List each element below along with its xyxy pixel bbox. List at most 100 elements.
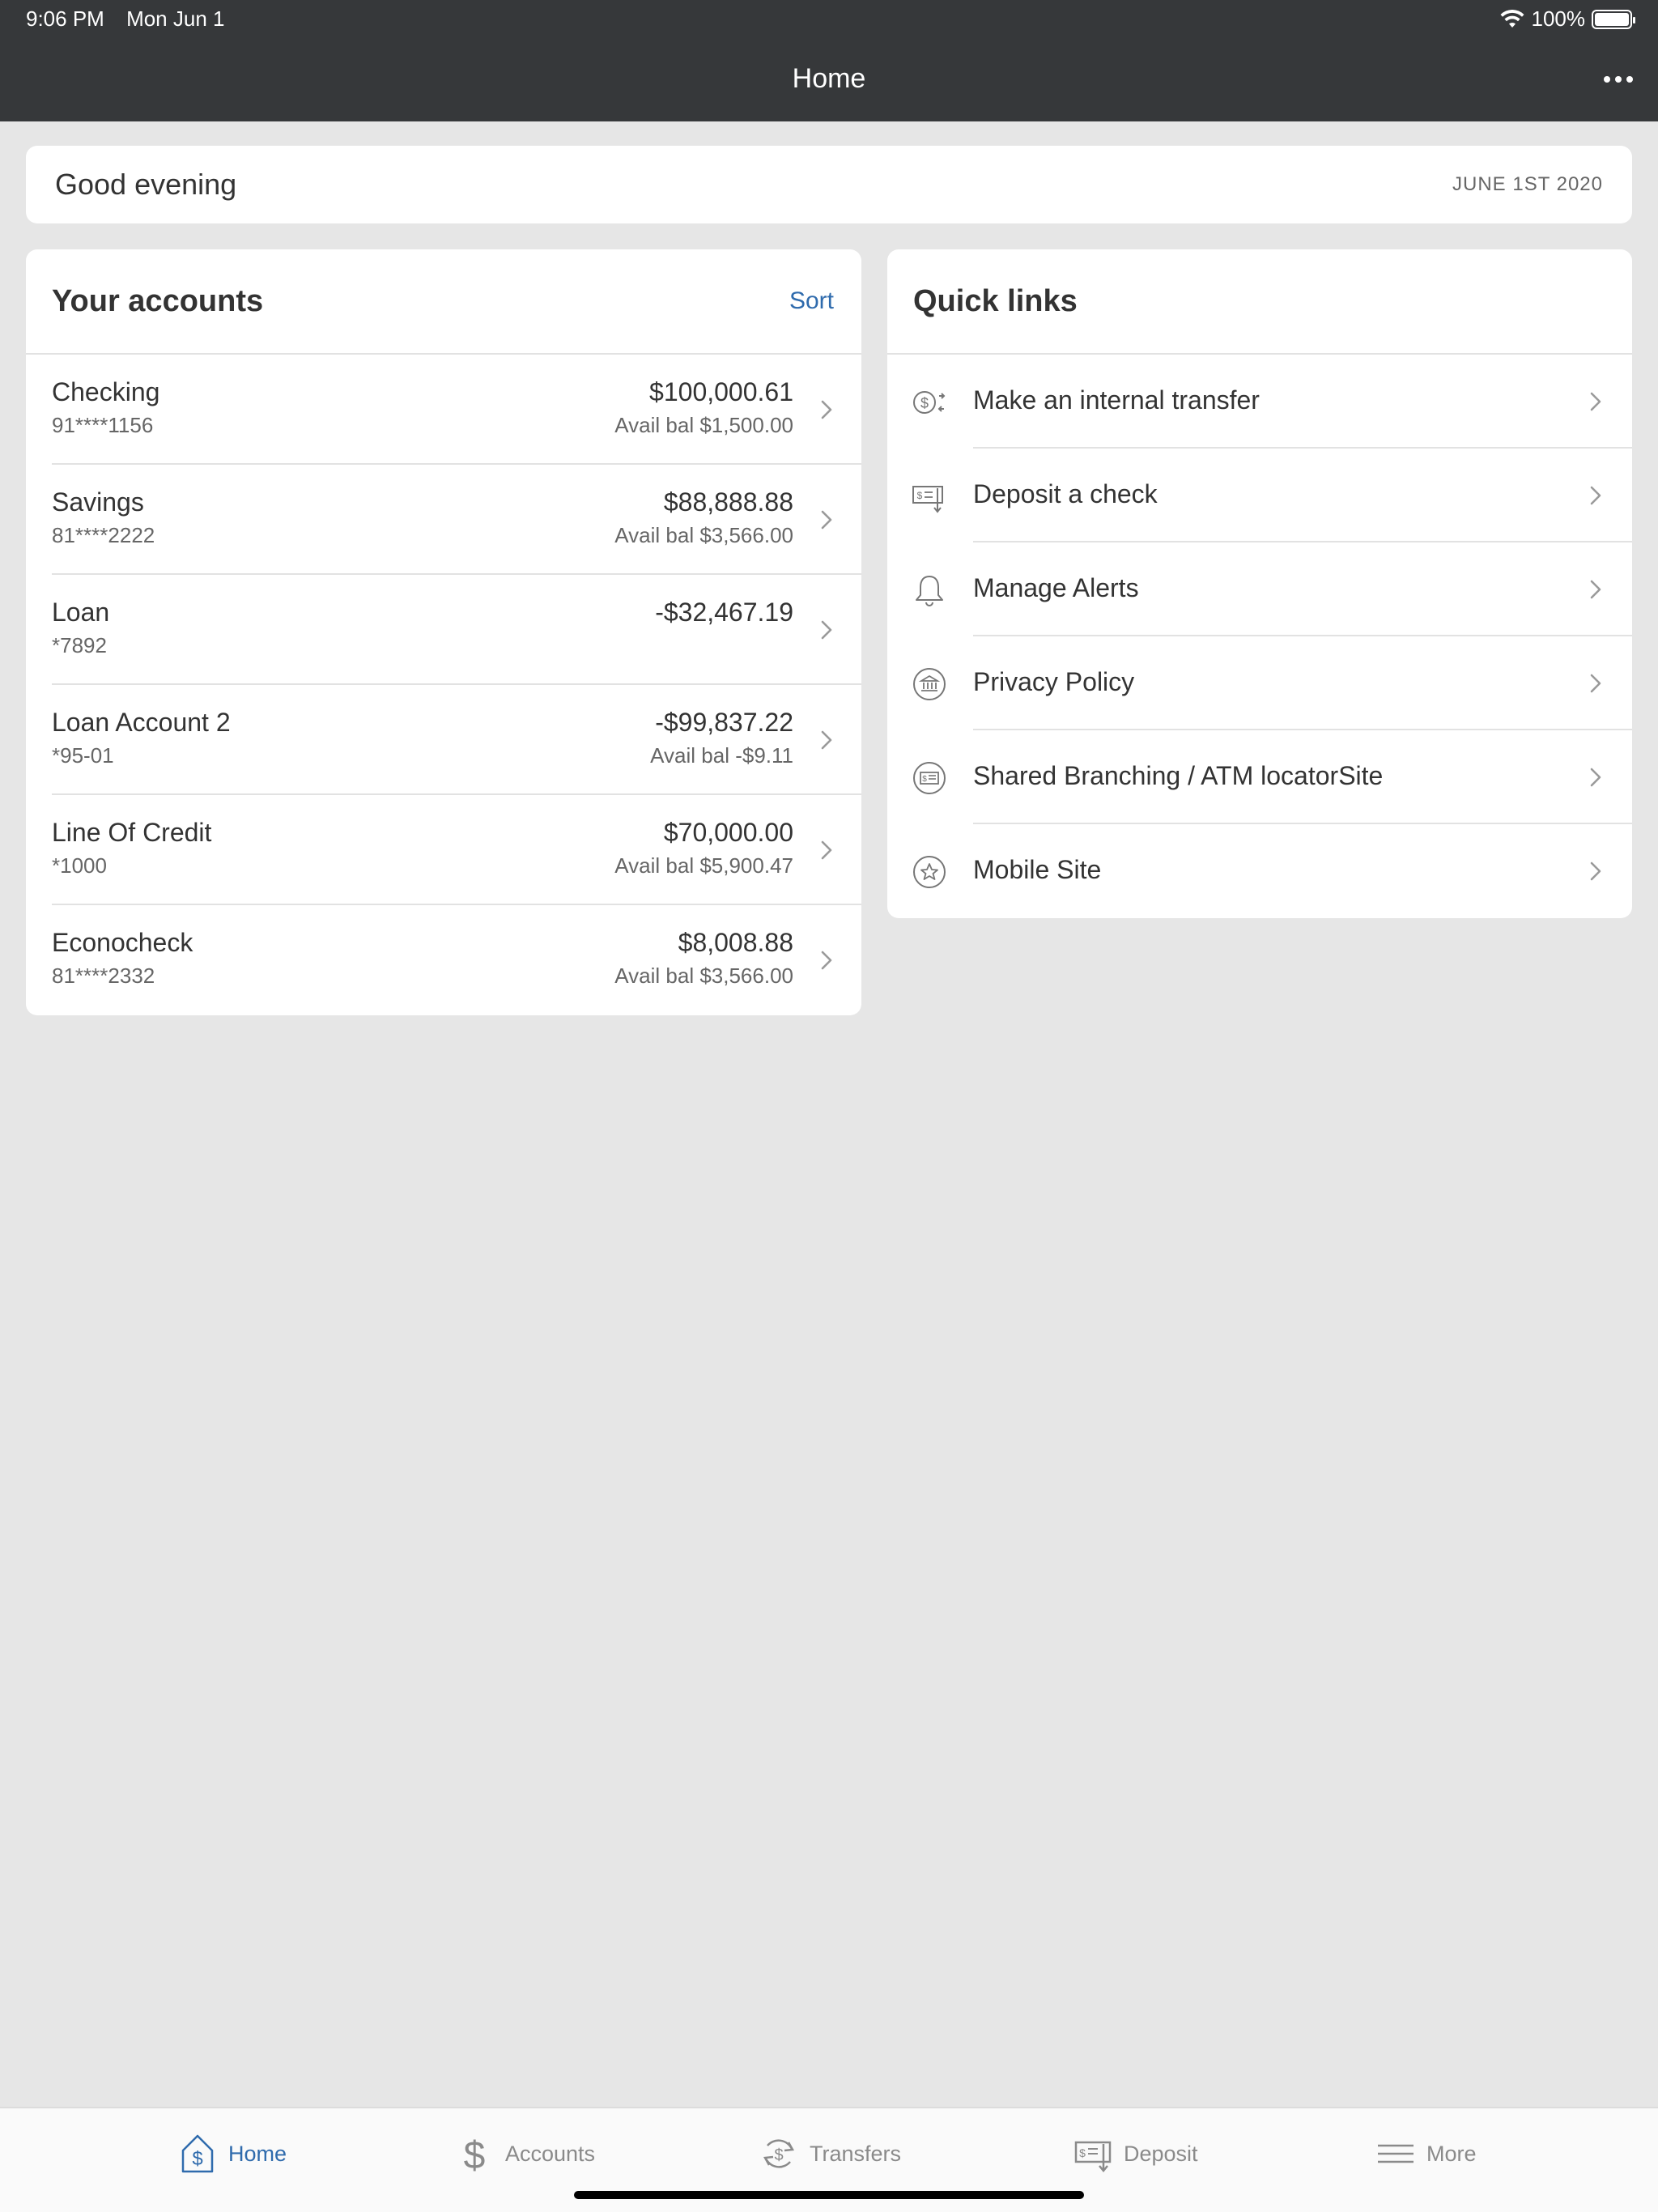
account-row[interactable]: Line Of Credit *1000 $70,000.00 Avail bal $… (52, 795, 861, 905)
accounts-title: Your accounts (52, 283, 264, 318)
account-balance: $70,000.00 (663, 818, 793, 847)
quick-link-row[interactable]: Mobile Site (887, 824, 1632, 918)
tab-accounts-label: Accounts (505, 2141, 596, 2166)
chevron-right-icon (814, 728, 839, 752)
account-name: Checking (52, 377, 160, 406)
quick-link-label: Mobile Site (973, 855, 1102, 884)
accounts-list: Checking 91****1156 $100,000.61 Avail bal $… (26, 355, 861, 1015)
home-dollar-icon: $ (181, 2134, 214, 2173)
quick-link-row[interactable]: $ Deposit a check (887, 449, 1632, 542)
quick-links-title: Quick links (913, 283, 1078, 318)
svg-text:$: $ (920, 395, 929, 411)
svg-text:$: $ (917, 490, 923, 501)
tab-transfers-label: Transfers (810, 2141, 902, 2166)
status-bar-left: 9:06 PM Mon Jun 1 (26, 6, 224, 32)
accounts-header: Your accounts Sort (26, 249, 861, 355)
account-number: *1000 (52, 853, 107, 878)
quick-links-list: $ Make an internal transfer $ Deposit a che… (887, 355, 1632, 918)
sort-button[interactable]: Sort (789, 287, 834, 315)
page-title: Home (792, 63, 866, 94)
greeting-date: JUNE 1ST 2020 (1452, 173, 1603, 195)
star-icon (912, 854, 947, 890)
chevron-right-icon (814, 948, 839, 972)
account-number: 91****1156 (52, 413, 154, 437)
quick-link-label: Privacy Policy (973, 667, 1135, 696)
account-number: 81****2222 (52, 523, 155, 547)
account-balance: $8,008.88 (678, 928, 793, 957)
quick-link-row[interactable]: Manage Alerts (887, 542, 1632, 636)
account-number: *95-01 (52, 743, 114, 768)
chevron-right-icon (814, 618, 839, 642)
account-row[interactable]: Econocheck 81****2332 $8,008.88 Avail bal $… (52, 905, 861, 1015)
account-name: Econocheck (52, 928, 193, 957)
quick-link-label: Make an internal transfer (973, 385, 1260, 415)
svg-text:$: $ (464, 2134, 486, 2175)
chevron-right-icon (814, 838, 839, 862)
top-bar: 9:06 PM Mon Jun 1 100% Home (0, 0, 1658, 121)
chevron-right-icon (1584, 765, 1608, 789)
menu-icon (1378, 2144, 1414, 2163)
more-options-icon[interactable] (1598, 63, 1639, 96)
chevron-right-icon (1584, 483, 1608, 508)
tab-more[interactable]: More (1376, 2129, 1477, 2178)
account-row[interactable]: Savings 81****2222 $88,888.88 Avail bal $3,… (52, 465, 861, 575)
quick-link-label: Manage Alerts (973, 573, 1139, 602)
account-balance: -$32,467.19 (655, 598, 793, 627)
quick-links-header: Quick links (887, 249, 1632, 355)
tab-accounts[interactable]: $ Accounts (455, 2129, 595, 2178)
account-name: Line Of Credit (52, 818, 212, 847)
check-deposit-icon: $ (912, 479, 947, 514)
tab-deposit[interactable]: $ Deposit (1073, 2129, 1198, 2178)
chevron-right-icon (1584, 671, 1608, 696)
status-time: 9:06 PM (26, 6, 104, 31)
bank-icon (912, 666, 947, 702)
dollar-icon: $ (464, 2134, 486, 2175)
atm-icon: $ (912, 760, 947, 796)
status-bar-right: 100% (1499, 6, 1635, 32)
account-name: Loan (52, 598, 110, 627)
account-available-balance: Avail bal $3,566.00 (614, 963, 793, 988)
account-available-balance: Avail bal $5,900.47 (614, 853, 793, 878)
battery-icon (1592, 9, 1635, 29)
svg-text:$: $ (1079, 2146, 1086, 2159)
account-available-balance: Avail bal -$9.11 (650, 743, 793, 768)
home-indicator[interactable] (574, 2191, 1084, 2199)
tab-home-label: Home (228, 2141, 287, 2166)
greeting-text: Good evening (55, 168, 237, 201)
tab-deposit-label: Deposit (1124, 2141, 1198, 2166)
bell-icon (912, 572, 947, 608)
account-available-balance: Avail bal $3,566.00 (614, 523, 793, 547)
accounts-card: Your accounts Sort Checking 91****1156 $10… (26, 249, 861, 1015)
account-row[interactable]: Loan Account 2 *95-01 -$99,837.22 Avail bal… (52, 685, 861, 795)
svg-text:$: $ (922, 775, 927, 784)
chevron-right-icon (814, 508, 839, 532)
quick-link-row[interactable]: Privacy Policy (887, 636, 1632, 730)
account-row[interactable]: Checking 91****1156 $100,000.61 Avail bal $… (52, 355, 861, 465)
quick-link-row[interactable]: $ Make an internal transfer (887, 355, 1632, 449)
battery-percent: 100% (1531, 6, 1586, 31)
chevron-right-icon (1584, 389, 1608, 414)
account-row[interactable]: Loan *7892 -$32,467.19 (52, 575, 861, 685)
transfer-icon: $ (912, 385, 947, 420)
account-balance: -$99,837.22 (655, 708, 793, 737)
account-name: Savings (52, 487, 144, 517)
quick-links-card: Quick links $ Make an internal transfer $ D… (887, 249, 1632, 918)
chevron-right-icon (814, 398, 839, 422)
account-available-balance: Avail bal $1,500.00 (614, 413, 793, 437)
account-balance: $100,000.61 (649, 377, 793, 406)
quick-link-row[interactable]: $ Shared Branching / ATM locatorSite (887, 730, 1632, 824)
wifi-icon (1500, 9, 1524, 28)
tab-more-label: More (1426, 2141, 1477, 2166)
quick-link-label: Deposit a check (973, 479, 1158, 508)
account-number: *7892 (52, 633, 107, 657)
tab-transfers[interactable]: $ Transfers (759, 2129, 901, 2178)
account-number: 81****2332 (52, 963, 155, 988)
chevron-right-icon (1584, 577, 1608, 602)
tab-home[interactable]: $ Home (178, 2129, 287, 2178)
transfer-cycle-icon: $ (763, 2139, 795, 2168)
account-balance: $88,888.88 (663, 487, 793, 517)
greeting-card: Good evening JUNE 1ST 2020 (26, 146, 1632, 223)
status-date: Mon Jun 1 (126, 6, 225, 31)
chevron-right-icon (1584, 859, 1608, 883)
svg-text:$: $ (774, 2146, 783, 2164)
